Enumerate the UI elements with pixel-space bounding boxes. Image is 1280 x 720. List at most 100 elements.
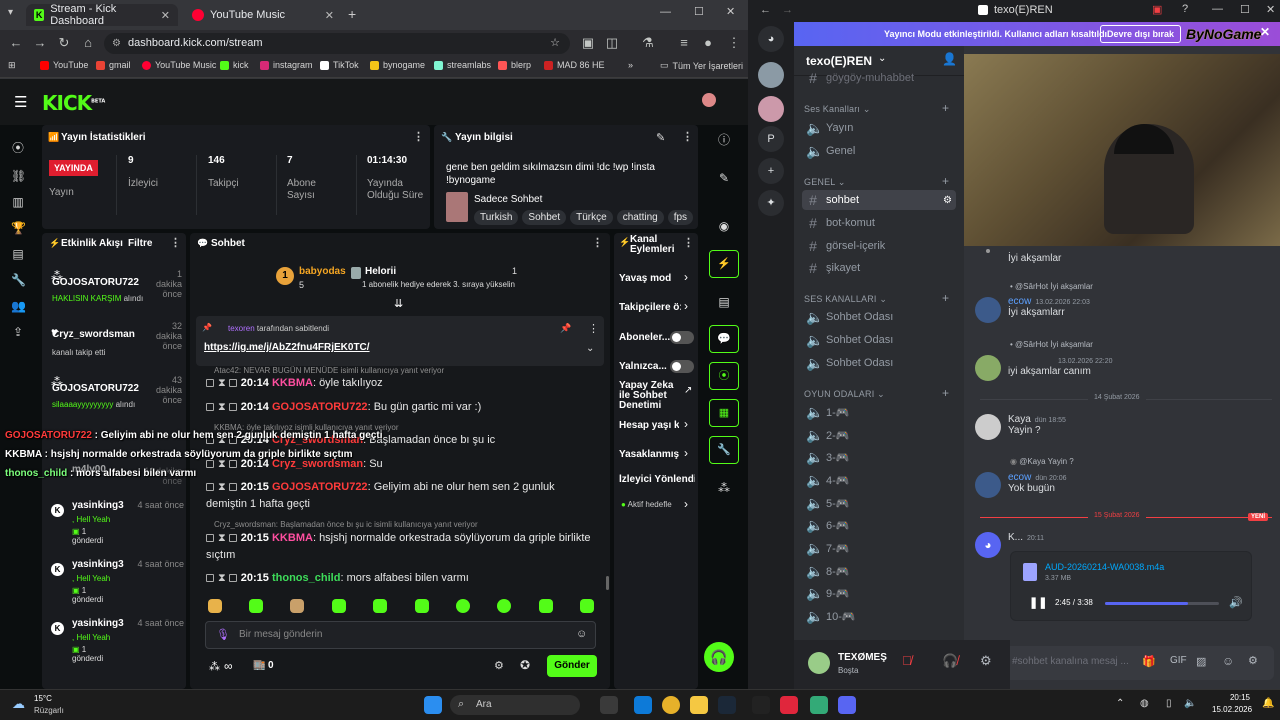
emote-only-toggle[interactable] <box>670 360 694 373</box>
store-icon[interactable]: 🏬 <box>253 660 265 671</box>
emoji-icon[interactable]: ☺ <box>1222 654 1234 668</box>
chat-message[interactable]: ⧗ 20:15 GOJOSATORU722: Geliyim abi ne ol… <box>206 479 598 513</box>
file-explorer-icon[interactable] <box>690 696 708 714</box>
back-icon[interactable]: ← <box>760 4 771 16</box>
gift-icon[interactable]: 🎁 <box>1142 655 1156 668</box>
channel-yayin[interactable]: 🔈 Yayın <box>802 118 956 138</box>
chat-message[interactable]: ⧗ 20:14 GOJOSATORU722: Bu gün gartic mi … <box>206 399 598 416</box>
broadcast-button[interactable]: ⦿ <box>709 362 739 390</box>
bookmark-kick[interactable]: kick <box>220 60 249 70</box>
app-icon[interactable] <box>810 696 828 714</box>
discord-message-input[interactable]: ⊕ #sohbet kanalına mesaj ... 🎁 GIF ▨ ☺ ⚙ <box>970 646 1274 680</box>
stream-icon[interactable]: ⦿ <box>11 141 25 155</box>
explore-icon[interactable]: ✦ <box>758 190 784 216</box>
send-button[interactable]: Gönder <box>547 655 597 677</box>
tag[interactable]: Turkish <box>474 210 519 225</box>
add-server-icon[interactable]: + <box>758 158 784 184</box>
bookmark-gmail[interactable]: gmail <box>96 60 131 70</box>
trophy-icon[interactable]: 🏆 <box>11 221 26 235</box>
audio-progress[interactable] <box>1105 602 1219 605</box>
mic-muted-icon[interactable]: 🎙̸ <box>902 653 912 668</box>
site-info-icon[interactable]: ⚙ <box>112 33 121 54</box>
channel-genel-voice[interactable]: 🔈 Genel <box>802 141 956 161</box>
attachment-filename[interactable]: AUD-20260214-WA0038.m4a <box>1045 562 1164 572</box>
chat-message[interactable]: ⧗ 20:15 KKBMA: hsjshj normalde orkestrad… <box>206 530 598 564</box>
chevron-right-icon[interactable]: › <box>684 270 688 284</box>
tab-kick-dashboard[interactable]: K Stream - Kick Dashboard ✕ <box>26 3 178 27</box>
category-ses-kanallari[interactable]: Ses Kanalları ⌄ <box>804 104 871 115</box>
info-more-icon[interactable]: ⋮ <box>682 130 693 143</box>
bookmark-mad86[interactable]: MAD 86 HE <box>544 60 605 70</box>
activity-more-icon[interactable]: ⋮ <box>170 236 181 249</box>
forward-icon[interactable]: → <box>782 4 793 16</box>
emote-icon[interactable] <box>249 599 263 613</box>
settings-icon[interactable]: ⚙ <box>980 653 992 669</box>
chat-toggle-button[interactable]: 💬 <box>709 325 739 353</box>
profile-avatar[interactable]: ● <box>700 35 716 51</box>
channel-game-5[interactable]: 🔈 5-🎮 <box>802 493 956 513</box>
sticker-icon[interactable]: ▨ <box>1196 655 1206 668</box>
bookmark-youtube[interactable]: YouTube <box>40 60 88 70</box>
kick-logo[interactable]: KICKBETA <box>42 91 105 115</box>
new-tab-icon[interactable]: + <box>348 6 356 22</box>
discord-home-icon[interactable]: ◕ <box>758 26 784 52</box>
settings-icon[interactable]: ⚙ <box>943 195 952 206</box>
discord-icon[interactable] <box>838 696 856 714</box>
menu-icon[interactable]: ⋮ <box>726 35 742 51</box>
bookmark-streamlabs[interactable]: streamlabs <box>434 60 491 70</box>
info-icon[interactable]: ⓘ <box>713 129 735 151</box>
emote-icon[interactable] <box>290 599 304 613</box>
subscribers-only-toggle[interactable] <box>670 331 694 344</box>
bookmarks-overflow[interactable]: » <box>628 60 633 70</box>
emote-icon[interactable] <box>497 599 511 613</box>
external-link-icon[interactable]: ↗ <box>684 385 692 396</box>
inbox-icon[interactable]: ▣ <box>1152 3 1162 16</box>
server-avatar[interactable] <box>758 96 784 122</box>
channel-sohbet-odasi[interactable]: 🔈 Sohbet Odası <box>802 307 956 327</box>
emote-icon[interactable] <box>415 599 429 613</box>
emote-icon[interactable] <box>539 599 553 613</box>
emote-icon[interactable] <box>456 599 470 613</box>
layout-button[interactable]: ▦ <box>709 399 739 427</box>
extension-icon[interactable]: ◫ <box>604 35 620 51</box>
minimize-icon[interactable]: — <box>660 6 671 18</box>
pinned-link[interactable]: https://ig.me/j/AbZ2fnu4FRjEK0TC/ <box>204 342 370 353</box>
app-icon[interactable] <box>780 696 798 714</box>
channel-game-9[interactable]: 🔈 9-🎮 <box>802 583 956 603</box>
deafened-icon[interactable]: 🎧̸ <box>942 653 958 669</box>
channel-sikayet[interactable]: # şikayet <box>802 258 956 278</box>
hamburger-menu-icon[interactable]: ☰ <box>14 93 27 111</box>
gif-icon[interactable]: GIF <box>1170 655 1187 666</box>
clock-time[interactable]: 20:15 <box>1228 693 1250 702</box>
tray-app-icon[interactable]: ◍ <box>1140 698 1149 709</box>
chevron-right-icon[interactable]: › <box>684 446 688 460</box>
close-window-icon[interactable]: ✕ <box>1266 3 1275 16</box>
tag[interactable]: chatting <box>616 210 664 225</box>
slow-mode-action[interactable]: Yavaş mod <box>619 273 671 284</box>
wrench-icon[interactable]: 🔧 <box>11 273 26 287</box>
video-icon[interactable]: ▤ <box>11 247 25 261</box>
pause-icon[interactable]: ❚❚ <box>1029 596 1047 609</box>
followers-only-action[interactable]: Takipçilere ö: <box>619 302 681 313</box>
chrome-icon[interactable] <box>662 696 680 714</box>
chat-more-icon[interactable]: ⋮ <box>592 236 603 249</box>
extensions-icon[interactable]: ⚗ <box>640 35 656 51</box>
add-member-icon[interactable]: 👤 <box>942 52 957 66</box>
channel-sohbet[interactable]: # sohbet ⚙ <box>802 190 956 210</box>
notifications-icon[interactable]: 🔔 <box>1262 698 1274 709</box>
channel-game-1[interactable]: 🔈 1-🎮 <box>802 402 956 422</box>
bookmark-blerp[interactable]: blerp <box>498 60 531 70</box>
emote-icon[interactable] <box>373 599 387 613</box>
user-avatar[interactable] <box>808 652 830 674</box>
bookmark-instagram[interactable]: instagram <box>260 60 313 70</box>
close-window-icon[interactable]: ✕ <box>726 5 735 18</box>
steam-icon[interactable] <box>718 696 736 714</box>
channel-sohbet-odasi[interactable]: 🔈 Sohbet Odası <box>802 330 956 350</box>
tools-button[interactable]: 🔧 <box>709 436 739 464</box>
chat-message[interactable]: ⧗ 20:14 KKBMA: öyle takılıyoz <box>206 375 598 392</box>
community-icon[interactable]: 👥 <box>11 299 26 313</box>
quick-action-button[interactable]: ⚡ <box>709 250 739 278</box>
clock-date[interactable]: 15.02.2026 <box>1212 705 1252 714</box>
category-ses-kanallari-2[interactable]: SES KANALLARI ⌄ <box>804 294 887 305</box>
camera-icon[interactable]: ◉ <box>713 215 735 237</box>
